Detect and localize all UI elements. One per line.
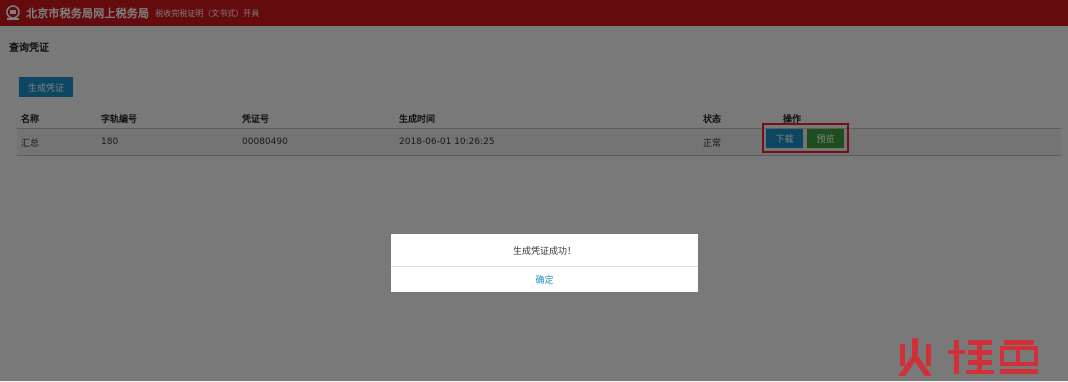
watermark-logo	[896, 336, 1048, 378]
modal-overlay[interactable]	[0, 0, 1068, 381]
success-dialog: 生成凭证成功！ 确定	[391, 234, 698, 292]
dialog-message: 生成凭证成功！	[391, 234, 698, 267]
dialog-confirm-button[interactable]: 确定	[391, 267, 698, 292]
